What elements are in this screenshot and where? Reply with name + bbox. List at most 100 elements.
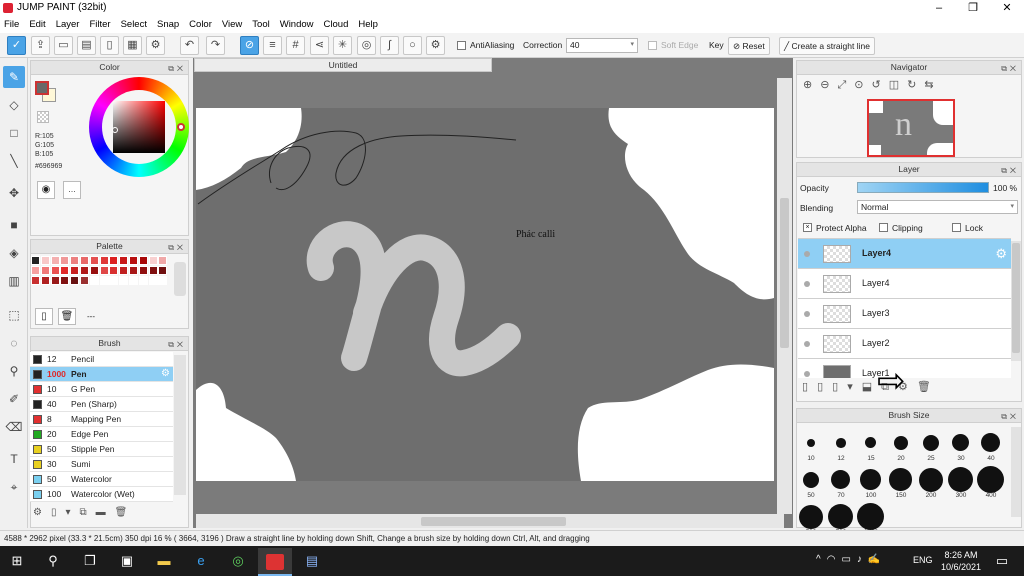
- store-icon[interactable]: ▣: [117, 551, 137, 571]
- new-folder-icon[interactable]: ▯: [832, 381, 847, 393]
- palette-swatch[interactable]: [148, 266, 158, 275]
- maximize-button[interactable]: ❐: [956, 0, 990, 17]
- curve-snap-icon[interactable]: ∫: [380, 36, 399, 55]
- palette-swatch[interactable]: [80, 266, 89, 275]
- palette-swatches[interactable]: [31, 256, 169, 288]
- layer-visibility-icon[interactable]: [804, 371, 810, 377]
- perspective-snap-icon[interactable]: ⋖: [310, 36, 329, 55]
- rotate-left-icon[interactable]: ↺: [871, 79, 888, 91]
- delete-palette-icon[interactable]: 🗑: [58, 308, 76, 325]
- palette-swatch[interactable]: [60, 256, 70, 265]
- delete-brush-icon[interactable]: 🗑: [115, 507, 137, 518]
- menu-help[interactable]: Help: [353, 17, 383, 30]
- zoom-reset-icon[interactable]: ⊙: [854, 79, 871, 91]
- page-icon[interactable]: ▦: [123, 36, 142, 55]
- lasso-tool-icon[interactable]: ◌: [3, 332, 25, 354]
- new-layer-icon[interactable]: ▯: [802, 381, 817, 393]
- eyedropper-tool-icon[interactable]: ⌖: [3, 476, 25, 498]
- menu-edit[interactable]: Edit: [24, 17, 50, 30]
- brush-list-item[interactable]: 20 Edge Pen: [30, 427, 173, 442]
- palette-swatch[interactable]: [119, 276, 129, 285]
- select-eraser-tool-icon[interactable]: ⌫: [3, 416, 25, 438]
- brush-list-item[interactable]: 50 Stipple Pen: [30, 442, 173, 457]
- gradient-tool-icon[interactable]: ▥: [3, 270, 25, 292]
- radial-snap-icon[interactable]: ✳: [333, 36, 352, 55]
- clipping-checkbox[interactable]: [879, 223, 888, 232]
- menu-window[interactable]: Window: [275, 17, 319, 30]
- panel-float-close-icon[interactable]: ⧉✕: [1001, 164, 1019, 177]
- palette-swatch[interactable]: [31, 276, 40, 285]
- select-rect-tool-icon[interactable]: ⬚: [3, 304, 25, 326]
- cloud-check-icon[interactable]: ✓: [7, 36, 26, 55]
- move-tool-icon[interactable]: ✥: [3, 182, 25, 204]
- brush-size-option[interactable]: 20: [886, 425, 916, 462]
- palette-swatch[interactable]: [99, 256, 109, 265]
- panel-float-close-icon[interactable]: ⧉✕: [168, 241, 186, 254]
- hue-handle[interactable]: [177, 123, 185, 131]
- palette-swatch[interactable]: [40, 256, 50, 265]
- palette-swatch[interactable]: [50, 256, 60, 265]
- search-icon[interactable]: ⚲: [43, 551, 63, 571]
- brush-settings-gear-icon[interactable]: ⚙: [161, 368, 170, 379]
- palette-swatch[interactable]: [50, 276, 60, 285]
- task-view-icon[interactable]: ❐: [80, 551, 100, 571]
- vertical-scroll-thumb[interactable]: [780, 198, 789, 348]
- layer-menu-icon[interactable]: ▾: [847, 381, 862, 393]
- volume-icon[interactable]: ♪: [857, 554, 868, 565]
- brush-size-option[interactable]: 400: [976, 462, 1006, 499]
- menu-select[interactable]: Select: [116, 17, 152, 30]
- notification-icon[interactable]: ▭: [992, 551, 1012, 571]
- export-icon[interactable]: ⇪: [31, 36, 50, 55]
- palette-swatch[interactable]: [148, 256, 158, 265]
- language-indicator[interactable]: ENG: [913, 555, 933, 565]
- palette-swatch[interactable]: [40, 276, 50, 285]
- palette-swatch[interactable]: [60, 266, 70, 275]
- menu-filter[interactable]: Filter: [84, 17, 115, 30]
- grid-snap-icon[interactable]: #: [286, 36, 305, 55]
- brush-size-option[interactable]: 40: [976, 425, 1006, 462]
- palette-swatch[interactable]: [89, 266, 99, 275]
- network-icon[interactable]: ▭: [841, 554, 856, 565]
- brush-size-option[interactable]: 12: [826, 425, 856, 462]
- flip-icon[interactable]: ⇆: [924, 79, 941, 91]
- palette-swatch[interactable]: [138, 266, 148, 275]
- palette-swatch[interactable]: [89, 276, 99, 285]
- undo-icon[interactable]: ↶: [180, 36, 199, 55]
- file-explorer-icon[interactable]: ▬: [154, 551, 174, 571]
- brush-size-option[interactable]: 70: [826, 462, 856, 499]
- select-pen-tool-icon[interactable]: ✐: [3, 388, 25, 410]
- bucket-tool-icon[interactable]: ◈: [3, 242, 25, 264]
- pen-icon[interactable]: ✍: [868, 554, 886, 565]
- reset-button[interactable]: ⊘ Reset: [728, 37, 770, 55]
- snap-settings-icon[interactable]: ⚙: [426, 36, 445, 55]
- palette-swatch[interactable]: [31, 256, 40, 265]
- palette-swatch[interactable]: [109, 276, 119, 285]
- soft-edge-checkbox[interactable]: [648, 41, 657, 50]
- brush-list-item[interactable]: 1000 Pen ⚙: [30, 367, 173, 382]
- magic-wand-tool-icon[interactable]: ⚲: [3, 360, 25, 382]
- saturation-value-square[interactable]: [113, 101, 165, 153]
- clock[interactable]: 8:26 AM 10/6/2021: [940, 549, 982, 573]
- brush-settings-icon[interactable]: ⚙: [33, 507, 51, 518]
- menu-tool[interactable]: Tool: [247, 17, 274, 30]
- zoom-in-icon[interactable]: ⊕: [803, 79, 820, 91]
- palette-swatch[interactable]: [60, 276, 70, 285]
- brush-list-scrollbar[interactable]: [174, 355, 186, 495]
- headset-icon[interactable]: ◠: [827, 554, 842, 565]
- comment-icon[interactable]: ▭: [54, 36, 73, 55]
- concentric-snap-icon[interactable]: ◎: [357, 36, 376, 55]
- lock-checkbox[interactable]: [952, 223, 961, 232]
- brush-size-option[interactable]: 300: [946, 462, 976, 499]
- menu-snap[interactable]: Snap: [152, 17, 184, 30]
- palette-swatch[interactable]: [31, 266, 40, 275]
- panel-float-close-icon[interactable]: ⧉✕: [1001, 410, 1019, 423]
- copy-brush-icon[interactable]: ⧉: [80, 507, 96, 518]
- color-picker-handle[interactable]: [112, 127, 118, 133]
- opacity-slider[interactable]: [857, 182, 989, 193]
- brush-size-option[interactable]: 15: [856, 425, 886, 462]
- blending-select[interactable]: Normal ▾: [857, 200, 1018, 214]
- canvas-horizontal-scrollbar[interactable]: [196, 514, 784, 528]
- chevron-up-icon[interactable]: ^: [816, 554, 827, 565]
- color-menu-icon[interactable]: …: [63, 181, 81, 199]
- protect-alpha-checkbox[interactable]: ×: [803, 223, 812, 232]
